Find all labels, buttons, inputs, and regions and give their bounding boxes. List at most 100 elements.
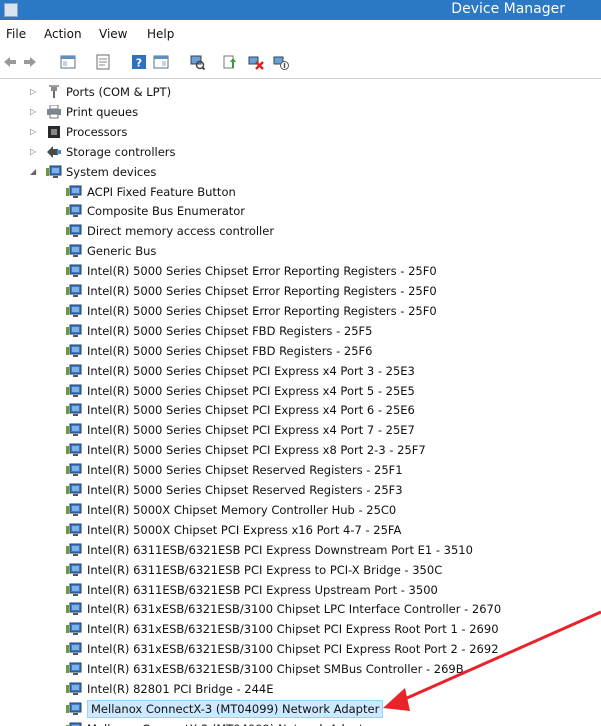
system-device-icon	[66, 224, 82, 238]
tree-item-label: Intel(R) 5000X Chipset PCI Express x16 P…	[87, 522, 402, 537]
storage-controller-icon	[46, 145, 62, 159]
device-item[interactable]: Intel(R) 5000 Series Chipset Reserved Re…	[0, 460, 601, 480]
device-item[interactable]: Intel(R) 5000 Series Chipset FBD Registe…	[0, 321, 601, 341]
device-item[interactable]: Intel(R) 631xESB/6321ESB/3100 Chipset PC…	[0, 639, 601, 659]
tree-item-label: Ports (COM & LPT)	[66, 85, 172, 99]
menu-file[interactable]: File	[6, 27, 26, 41]
system-device-icon	[66, 642, 82, 656]
system-device-icon	[66, 583, 82, 597]
help-icon[interactable]: ?	[131, 54, 147, 70]
menu-action[interactable]: Action	[44, 27, 82, 41]
tree-item-label: Mellanox ConnectX-3 (MT04099) Network Ad…	[87, 721, 375, 726]
scan-hardware-changes-icon[interactable]	[189, 54, 205, 70]
svg-text:?: ?	[136, 57, 142, 70]
system-device-icon	[66, 523, 82, 537]
device-item[interactable]: Intel(R) 5000 Series Chipset Reserved Re…	[0, 480, 601, 500]
expand-arrow-icon[interactable]: ▷	[30, 146, 40, 158]
system-device-icon	[66, 324, 82, 338]
system-device-icon	[66, 443, 82, 457]
device-item[interactable]: Intel(R) 631xESB/6321ESB/3100 Chipset SM…	[0, 659, 601, 679]
system-device-icon	[66, 403, 82, 417]
system-device-icon	[66, 185, 82, 199]
menu-bar: File Action View Help	[0, 24, 601, 46]
tree-item-label: Intel(R) 5000 Series Chipset PCI Express…	[87, 423, 415, 438]
device-item[interactable]: Intel(R) 5000 Series Chipset PCI Express…	[0, 400, 601, 420]
system-device-icon	[66, 264, 82, 278]
update-driver-icon[interactable]	[222, 54, 238, 70]
category-item[interactable]: ◢ System devices	[0, 162, 601, 182]
menu-help[interactable]: Help	[147, 27, 174, 41]
device-item[interactable]: Intel(R) 5000 Series Chipset PCI Express…	[0, 440, 601, 460]
device-item[interactable]: Generic Bus	[0, 241, 601, 261]
category-item[interactable]: ▷ Storage controllers	[0, 142, 601, 162]
device-item[interactable]: Intel(R) 82801 PCI Bridge - 244E	[0, 679, 601, 699]
forward-icon[interactable]	[22, 54, 38, 70]
category-item[interactable]: ▷ Processors	[0, 122, 601, 142]
system-device-icon	[66, 244, 82, 258]
tree-item-label: Intel(R) 5000 Series Chipset Error Repor…	[87, 303, 437, 318]
menu-view[interactable]: View	[99, 27, 127, 41]
device-item[interactable]: Intel(R) 5000 Series Chipset Error Repor…	[0, 301, 601, 321]
tree-item-label: Generic Bus	[87, 244, 157, 259]
device-item[interactable]: Intel(R) 5000 Series Chipset PCI Express…	[0, 381, 601, 401]
device-item[interactable]: Intel(R) 5000 Series Chipset PCI Express…	[0, 361, 601, 381]
system-device-icon	[66, 682, 82, 696]
device-item[interactable]: ACPI Fixed Feature Button	[0, 182, 601, 202]
back-icon[interactable]	[2, 54, 18, 70]
device-tree[interactable]: ▷ Ports (COM & LPT) ▷ Print queues ▷ Processo…	[0, 82, 601, 726]
system-device-icon	[66, 344, 82, 358]
disable-device-icon[interactable]	[273, 54, 289, 70]
device-item[interactable]: Composite Bus Enumerator	[0, 201, 601, 221]
device-item[interactable]: Intel(R) 5000 Series Chipset FBD Registe…	[0, 341, 601, 361]
system-device-icon	[66, 662, 82, 676]
tree-item-label: Intel(R) 631xESB/6321ESB/3100 Chipset PC…	[87, 622, 499, 637]
expand-arrow-icon[interactable]: ▷	[30, 86, 40, 98]
system-device-icon	[66, 602, 82, 616]
tree-item-label: Intel(R) 5000X Chipset Memory Controller…	[87, 502, 397, 517]
collapse-arrow-icon[interactable]: ◢	[30, 166, 40, 178]
device-item[interactable]: Intel(R) 5000X Chipset Memory Controller…	[0, 500, 601, 520]
tree-item-label: Intel(R) 5000 Series Chipset PCI Express…	[87, 403, 415, 418]
tree-item-label: Intel(R) 631xESB/6321ESB/3100 Chipset PC…	[87, 642, 499, 657]
device-item[interactable]: Intel(R) 6311ESB/6321ESB PCI Express Dow…	[0, 540, 601, 560]
tree-item-label: Print queues	[66, 104, 139, 119]
system-device-icon	[66, 503, 82, 517]
device-item[interactable]: Mellanox ConnectX-3 (MT04099) Network Ad…	[0, 719, 601, 726]
device-item[interactable]: Mellanox ConnectX-3 (MT04099) Network Ad…	[0, 699, 601, 719]
device-item[interactable]: Intel(R) 6311ESB/6321ESB PCI Express to …	[0, 560, 601, 580]
device-item[interactable]: Intel(R) 631xESB/6321ESB/3100 Chipset LP…	[0, 599, 601, 619]
tree-item-label: Intel(R) 5000 Series Chipset PCI Express…	[87, 363, 415, 378]
category-item[interactable]: ▷ Ports (COM & LPT)	[0, 82, 601, 102]
device-item[interactable]: Intel(R) 5000 Series Chipset Error Repor…	[0, 281, 601, 301]
expand-arrow-icon[interactable]: ▷	[30, 106, 40, 118]
device-item[interactable]: Intel(R) 6311ESB/6321ESB PCI Express Ups…	[0, 580, 601, 600]
system-device-icon	[66, 304, 82, 318]
uninstall-device-icon[interactable]	[248, 54, 264, 70]
device-item[interactable]: Intel(R) 631xESB/6321ESB/3100 Chipset PC…	[0, 619, 601, 639]
action-pane-icon[interactable]	[153, 54, 169, 70]
title-bar: Device Manager	[0, 0, 601, 20]
device-item[interactable]: Intel(R) 5000 Series Chipset PCI Express…	[0, 420, 601, 440]
tree-item-label: Intel(R) 5000 Series Chipset Error Repor…	[87, 264, 437, 279]
tree-item-label: Mellanox ConnectX-3 (MT04099) Network Ad…	[87, 699, 384, 718]
tree-item-label: System devices	[66, 164, 157, 179]
system-device-icon	[66, 423, 82, 437]
device-item[interactable]: Intel(R) 5000 Series Chipset Error Repor…	[0, 261, 601, 281]
tree-item-label: ACPI Fixed Feature Button	[87, 184, 236, 199]
system-device-icon	[46, 165, 62, 179]
device-item[interactable]: Intel(R) 5000X Chipset PCI Express x16 P…	[0, 520, 601, 540]
tree-item-label: Storage controllers	[66, 144, 176, 159]
show-hide-console-tree-icon[interactable]	[60, 54, 76, 70]
system-device-icon	[66, 622, 82, 636]
tree-item-label: Intel(R) 6311ESB/6321ESB PCI Express Dow…	[87, 542, 473, 557]
device-manager-app-icon[interactable]	[4, 3, 18, 17]
device-item[interactable]: Direct memory access controller	[0, 221, 601, 241]
expand-arrow-icon[interactable]: ▷	[30, 126, 40, 138]
tree-item-label: Intel(R) 82801 PCI Bridge - 244E	[87, 682, 274, 696]
system-device-icon	[66, 543, 82, 557]
tree-item-label: Processors	[66, 124, 128, 139]
system-device-icon	[66, 284, 82, 298]
properties-icon[interactable]	[95, 54, 111, 70]
category-item[interactable]: ▷ Print queues	[0, 102, 601, 122]
tree-item-label: Intel(R) 6311ESB/6321ESB PCI Express to …	[87, 562, 443, 577]
